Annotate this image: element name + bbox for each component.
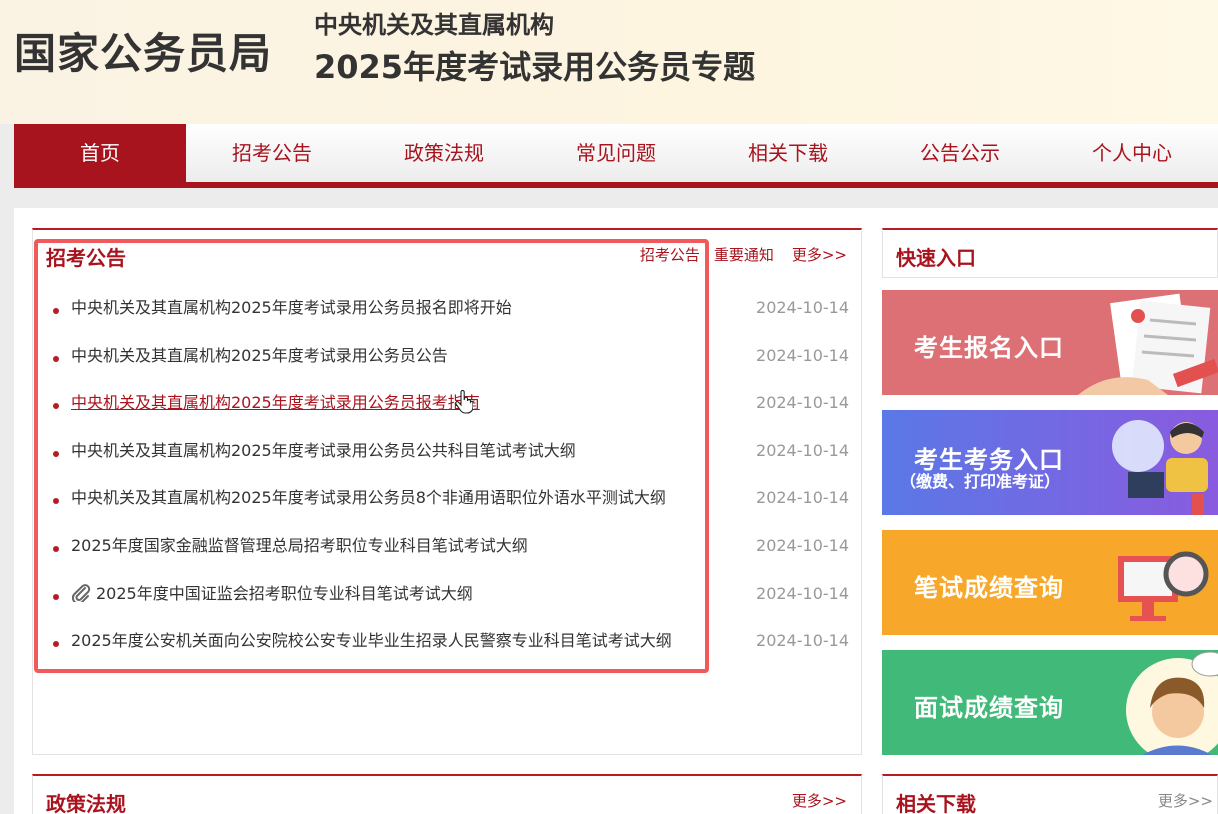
list-item: 中央机关及其直属机构2025年度考试录用公务员报考指南 2024-10-14 [33, 393, 861, 445]
news-date: 2024-10-14 [756, 298, 849, 317]
site-header: 国家公务员局 中央机关及其直属机构 2025年度考试录用公务员专题 [0, 0, 1218, 124]
news-title-text: 2025年度中国证监会招考职位专业科目笔试考试大纲 [96, 583, 473, 603]
news-date: 2024-10-14 [756, 631, 849, 651]
list-item: 中央机关及其直属机构2025年度考试录用公务员8个非通用语职位外语水平测试大纲 … [33, 488, 861, 540]
news-title-link[interactable]: 中央机关及其直属机构2025年度考试录用公务员报考指南 [71, 393, 480, 413]
bullet-icon [53, 450, 59, 457]
announcements-panel: 招考公告 招考公告 重要通知 更多>> 中央机关及其直属机构2025年度考试录用… [32, 228, 862, 755]
news-date: 2024-10-14 [756, 583, 849, 603]
quick-entry-panel: 快速入口 [882, 228, 1218, 278]
news-title-link[interactable]: 中央机关及其直属机构2025年度考试录用公务员报名即将开始 [71, 298, 512, 318]
bullet-icon [53, 355, 59, 362]
list-item: 2025年度公安机关面向公安院校公安专业毕业生招录人民警察专业科目笔试考试大纲 … [33, 631, 861, 683]
news-date: 2024-10-14 [756, 345, 849, 365]
person-at-computer-icon [1112, 420, 1208, 515]
downloads-more-link[interactable]: 更多>> [1158, 790, 1213, 811]
hand-cursor-icon [455, 390, 473, 414]
list-item: 中央机关及其直属机构2025年度考试录用公务员公共科目笔试考试大纲 2024-1… [33, 441, 861, 493]
nav-item-home[interactable]: 首页 [14, 124, 186, 182]
news-date: 2024-10-14 [756, 535, 849, 555]
policy-links: 更多>> [774, 790, 847, 811]
main-nav: 首页 招考公告 政策法规 常见问题 相关下载 公告公示 个人中心 [14, 124, 1218, 188]
downloads-links: 更多>> [1140, 790, 1213, 811]
downloads-panel-title: 相关下载 [896, 792, 976, 814]
news-date: 2024-10-14 [756, 440, 849, 460]
list-item: 中央机关及其直属机构2025年度考试录用公务员报名即将开始 2024-10-14 [33, 298, 861, 350]
site-logo-text[interactable]: 国家公务员局 [14, 20, 272, 81]
tile-label: 笔试成绩查询 [914, 574, 1064, 602]
nav-item-announcements[interactable]: 招考公告 [186, 124, 358, 182]
list-item: 2025年度中国证监会招考职位专业科目笔试考试大纲 2024-10-14 [33, 584, 861, 636]
bullet-icon [53, 593, 59, 600]
news-title-link[interactable]: 中央机关及其直属机构2025年度考试录用公务员8个非通用语职位外语水平测试大纲 [71, 488, 666, 508]
news-title-link-with-attachment[interactable]: 2025年度中国证监会招考职位专业科目笔试考试大纲 [71, 584, 473, 604]
list-item: 中央机关及其直属机构2025年度考试录用公务员公告 2024-10-14 [33, 346, 861, 398]
bullet-icon [53, 545, 59, 552]
bullet-icon [53, 641, 59, 648]
news-title-link[interactable]: 中央机关及其直属机构2025年度考试录用公务员公告 [71, 346, 448, 366]
news-date: 2024-10-14 [756, 393, 849, 413]
tab-important-notices[interactable]: 重要通知 [714, 244, 774, 265]
announcements-more-link[interactable]: 更多>> [792, 244, 847, 265]
bullet-icon [53, 498, 59, 505]
nav-item-personal-center[interactable]: 个人中心 [1046, 124, 1218, 182]
paperclip-icon [71, 583, 91, 602]
written-test-score-tile[interactable]: 笔试成绩查询 [882, 530, 1218, 635]
news-date: 2024-10-14 [756, 488, 849, 508]
magnifier-on-screen-icon [1118, 551, 1209, 621]
tile-label: 面试成绩查询 [914, 694, 1064, 722]
tile-sublabel: （缴费、打印准考证） [900, 472, 1061, 491]
interviewee-avatar-icon [1126, 651, 1218, 755]
news-title-link[interactable]: 2025年度国家金融监督管理总局招考职位专业科目笔试考试大纲 [71, 536, 528, 556]
announcements-panel-title: 招考公告 [46, 246, 126, 270]
downloads-panel: 相关下载 更多>> [882, 774, 1218, 814]
nav-item-notices[interactable]: 公告公示 [874, 124, 1046, 182]
announcements-tabs: 招考公告 重要通知 更多>> [640, 244, 847, 265]
tab-announcements[interactable]: 招考公告 [640, 244, 700, 265]
candidate-exam-affairs-tile[interactable]: 考生考务入口 （缴费、打印准考证） [882, 410, 1218, 515]
tab-divider [705, 247, 708, 262]
interview-score-tile[interactable]: 面试成绩查询 [882, 650, 1218, 755]
nav-item-policy[interactable]: 政策法规 [358, 124, 530, 182]
nav-item-downloads[interactable]: 相关下载 [702, 124, 874, 182]
tile-label: 考生报名入口 [914, 334, 1064, 362]
header-subtitle: 中央机关及其直属机构 [314, 11, 554, 39]
bullet-icon [53, 403, 59, 410]
header-title: 2025年度考试录用公务员专题 [314, 48, 756, 86]
announcements-list: 中央机关及其直属机构2025年度考试录用公务员报名即将开始 2024-10-14… [33, 298, 861, 683]
policy-panel: 政策法规 更多>> [32, 774, 862, 814]
list-item: 2025年度国家金融监督管理总局招考职位专业科目笔试考试大纲 2024-10-1… [33, 536, 861, 588]
policy-panel-title: 政策法规 [46, 792, 126, 814]
policy-more-link[interactable]: 更多>> [792, 790, 847, 811]
bullet-icon [53, 308, 59, 314]
nav-item-faq[interactable]: 常见问题 [530, 124, 702, 182]
news-title-link[interactable]: 中央机关及其直属机构2025年度考试录用公务员公共科目笔试考试大纲 [71, 441, 576, 461]
registration-form-illustration-icon [1078, 293, 1218, 395]
candidate-registration-tile[interactable]: 考生报名入口 [882, 290, 1218, 395]
quick-entry-title: 快速入口 [896, 246, 976, 270]
news-title-link[interactable]: 2025年度公安机关面向公安院校公安专业毕业生招录人民警察专业科目笔试考试大纲 [71, 631, 672, 651]
